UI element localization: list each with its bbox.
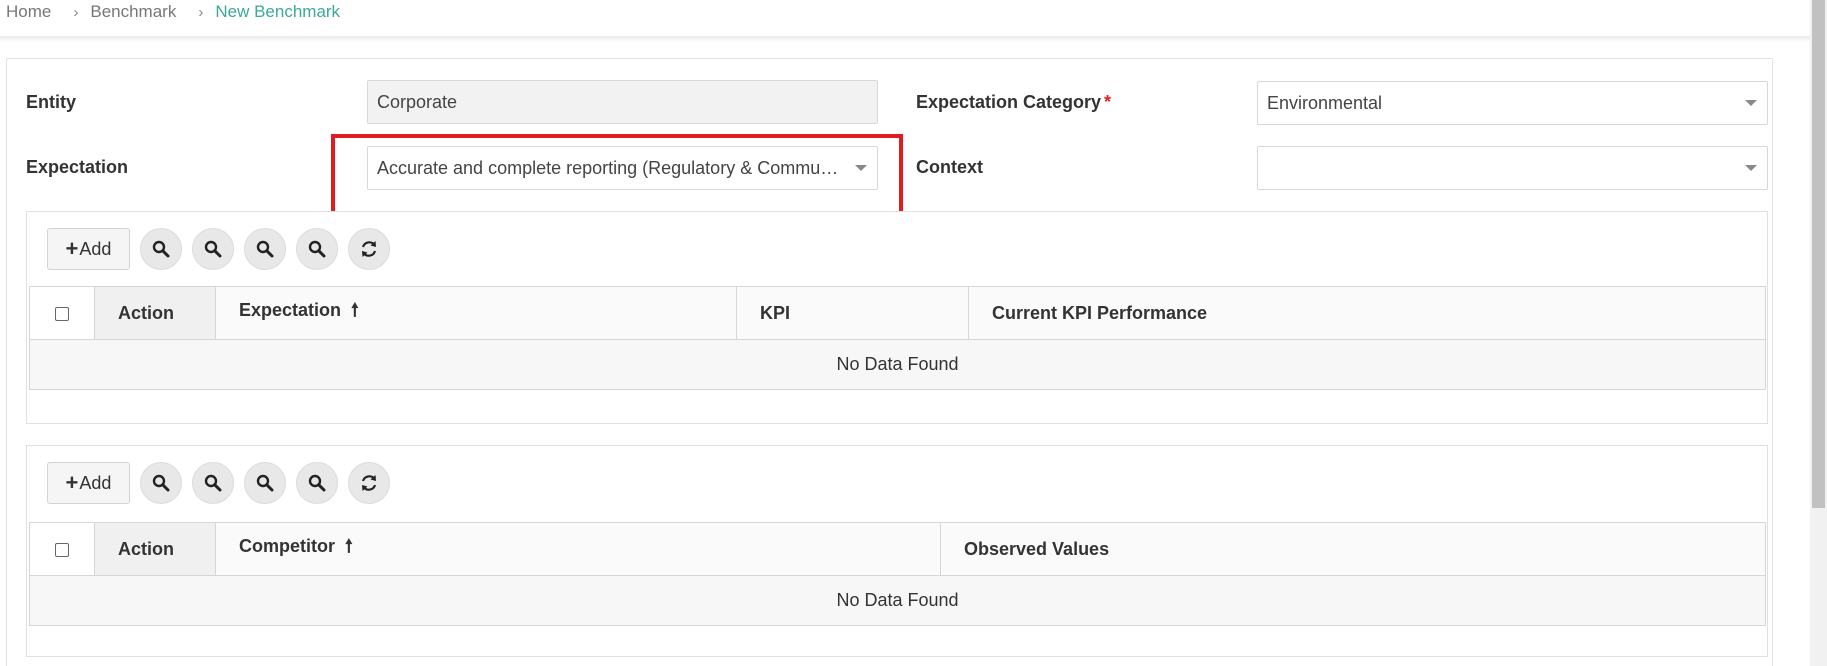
refresh-icon	[361, 475, 377, 491]
breadcrumb-home[interactable]: Home	[6, 2, 51, 22]
caret-down-icon	[1745, 165, 1757, 171]
search-button-4[interactable]	[296, 228, 338, 270]
column-header-competitor[interactable]: Competitor 🠕	[215, 522, 941, 576]
chevron-right-icon: ›	[198, 3, 204, 21]
grid-toolbar: + Add	[47, 228, 400, 270]
select-all-checkbox[interactable]	[55, 306, 69, 321]
competitor-table: Action Competitor 🠕 Observed Values No Da…	[29, 522, 1766, 626]
search-icon	[152, 240, 170, 258]
header-divider	[0, 36, 1810, 42]
select-all-cell	[29, 522, 95, 576]
column-header-expectation[interactable]: Expectation 🠕	[215, 286, 737, 340]
search-button-3[interactable]	[244, 228, 286, 270]
search-icon	[152, 474, 170, 492]
scrollbar-thumb[interactable]	[1812, 0, 1825, 508]
expectation-category-select[interactable]: Environmental	[1257, 81, 1768, 125]
table-header-row: Action Expectation 🠕 KPI Current KPI Perf…	[29, 286, 1766, 340]
search-icon	[204, 240, 222, 258]
column-header-action[interactable]: Action	[94, 522, 216, 576]
entity-label: Entity	[26, 92, 77, 112]
context-label: Context	[916, 157, 983, 177]
add-button[interactable]: + Add	[47, 228, 130, 270]
expectation-grid-panel: + Add Action Expectation 🠕 KPI Current KP…	[26, 211, 1768, 424]
vertical-scrollbar[interactable]	[1810, 0, 1827, 666]
table-header-row: Action Competitor 🠕 Observed Values	[29, 522, 1766, 576]
sort-up-icon: 🠕	[345, 536, 353, 556]
expectation-table: Action Expectation 🠕 KPI Current KPI Perf…	[29, 286, 1766, 390]
select-all-cell	[29, 286, 95, 340]
empty-message: No Data Found	[29, 575, 1766, 626]
column-header-observed-values[interactable]: Observed Values	[940, 522, 1766, 576]
expectation-category-label: Expectation Category *	[916, 92, 1112, 112]
empty-message: No Data Found	[29, 339, 1766, 390]
add-button[interactable]: + Add	[47, 462, 130, 504]
search-icon	[308, 240, 326, 258]
plus-icon: +	[65, 470, 79, 495]
breadcrumb: Home › Benchmark › New Benchmark	[0, 0, 1810, 24]
search-button-1[interactable]	[140, 462, 182, 504]
breadcrumb-current: New Benchmark	[215, 2, 341, 21]
required-marker: *	[1104, 92, 1112, 112]
context-select[interactable]	[1257, 146, 1768, 190]
search-icon	[308, 474, 326, 492]
caret-down-icon	[1745, 100, 1757, 106]
select-all-checkbox[interactable]	[55, 542, 69, 557]
search-button-1[interactable]	[140, 228, 182, 270]
table-row: No Data Found	[29, 339, 1766, 390]
expectation-label: Expectation	[26, 157, 129, 177]
plus-icon: +	[65, 236, 79, 261]
search-icon	[256, 474, 274, 492]
column-header-current-kpi[interactable]: Current KPI Performance	[968, 286, 1766, 340]
search-icon	[256, 240, 274, 258]
chevron-right-icon: ›	[73, 3, 79, 21]
search-button-3[interactable]	[244, 462, 286, 504]
search-button-2[interactable]	[192, 462, 234, 504]
competitor-grid-panel: + Add Action Competitor 🠕 Observed Values…	[26, 445, 1768, 657]
refresh-button[interactable]	[348, 462, 390, 504]
table-row: No Data Found	[29, 575, 1766, 626]
search-icon	[204, 474, 222, 492]
grid-toolbar: + Add	[47, 462, 400, 504]
highlight-box	[331, 134, 903, 222]
breadcrumb-benchmark[interactable]: Benchmark	[90, 2, 176, 22]
search-button-2[interactable]	[192, 228, 234, 270]
column-header-action[interactable]: Action	[94, 286, 216, 340]
search-button-4[interactable]	[296, 462, 338, 504]
refresh-button[interactable]	[348, 228, 390, 270]
sort-up-icon: 🠕	[351, 300, 359, 320]
entity-field: Corporate	[367, 80, 878, 124]
column-header-kpi[interactable]: KPI	[736, 286, 969, 340]
refresh-icon	[361, 241, 377, 257]
